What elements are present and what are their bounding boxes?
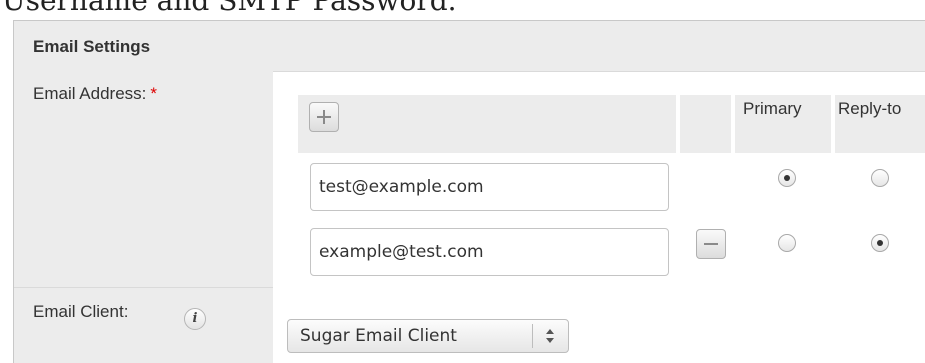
primary-column-header: Primary [743, 99, 802, 118]
email-input-1[interactable]: test@example.com [310, 163, 669, 211]
remove-header-cell [680, 95, 731, 153]
panel-header: Email Settings [14, 21, 925, 72]
email-address-label-cell: Email Address: * [14, 71, 273, 288]
info-icon[interactable]: i [184, 308, 206, 330]
select-arrows-icon [540, 327, 560, 347]
email-client-selected: Sugar Email Client [300, 326, 457, 346]
select-divider [532, 324, 533, 348]
page-heading: Username and SMTP Password. [2, 0, 457, 17]
reply-to-radio-2[interactable] [871, 234, 889, 252]
email-address-label-text: Email Address: [33, 84, 147, 103]
email-address-label: Email Address: * [33, 84, 157, 104]
required-marker: * [150, 84, 158, 103]
reply-to-column-header: Reply-to [838, 99, 902, 118]
email-client-label: Email Client: [33, 302, 129, 321]
email-input-2[interactable]: example@test.com [310, 228, 669, 276]
panel-title: Email Settings [33, 37, 151, 56]
email-client-label-cell: Email Client: [14, 288, 273, 363]
reply-to-radio-1[interactable] [871, 169, 889, 187]
primary-radio-1[interactable] [778, 169, 796, 187]
email-header-cell [298, 95, 676, 153]
remove-email-button[interactable] [696, 229, 726, 259]
add-email-button[interactable] [309, 102, 339, 132]
email-client-select[interactable]: Sugar Email Client [287, 319, 569, 353]
primary-radio-2[interactable] [778, 234, 796, 252]
